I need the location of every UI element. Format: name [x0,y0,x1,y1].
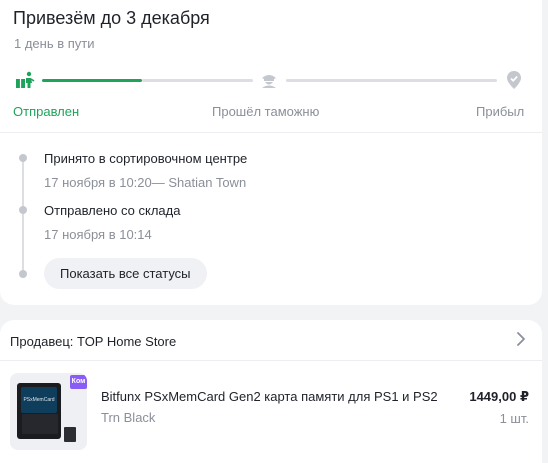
location-check-icon [504,70,524,90]
event-title: Принято в сортировочном центре [44,151,248,166]
product-badge: Ком [71,378,86,385]
seller-label: Продавец: TOP Home Store [10,334,177,349]
stage-label-arrived: Прибыл [476,104,525,119]
stage-label-customs: Прошёл таможню [212,104,320,119]
memory-card-label: PSxMemCard [23,397,55,403]
delivery-card: Привезём до 3 декабря 1 день в пути Отпр… [0,0,542,305]
product-quantity: 1 шт. [499,411,529,426]
progress-segment-pending [286,79,497,82]
product-variant: Trn Black [101,410,156,425]
delivery-duration: 1 день в пути [14,36,95,51]
event-title: Отправлено со склада [44,203,181,218]
show-all-statuses-button[interactable]: Показать все статусы [44,258,207,289]
event-meta: 17 ноября в 10:14 [44,227,152,242]
divider [0,360,542,361]
timeline-line [22,158,24,274]
product-name[interactable]: Bitfunx PSxMemCard Gen2 карта памяти для… [101,389,438,404]
product-price: 1449,00 ₽ [469,389,529,404]
product-thumbnail[interactable]: PSxMemCard Ком [10,373,87,450]
delivery-title: Привезём до 3 декабря [13,8,210,28]
seller-row[interactable]: Продавец: TOP Home Store [0,320,542,360]
order-card: Продавец: TOP Home Store PSxMemCard Ком … [0,320,542,463]
divider [0,132,542,133]
timeline-dot [19,154,27,162]
customs-officer-icon [259,70,279,90]
event-meta: 17 ноября в 10:20— Shatian Town [44,175,247,190]
timeline-dot [19,206,27,214]
stage-label-shipped: Отправлен [13,104,80,119]
progress-segment-remaining [142,79,253,82]
shipped-box-icon [15,70,35,90]
chevron-right-icon [514,331,528,347]
timeline-dot [19,270,27,278]
progress-segment-done [42,79,142,82]
